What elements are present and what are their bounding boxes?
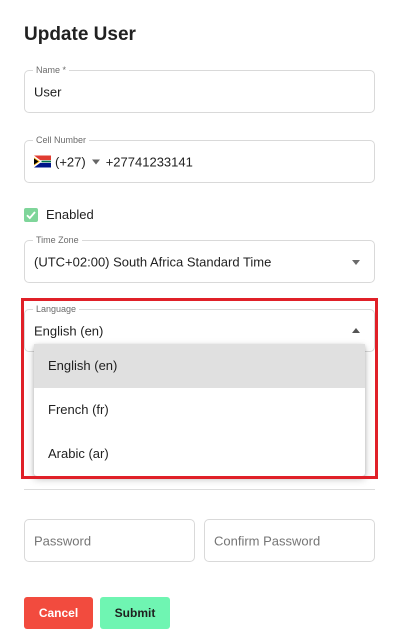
field-divider bbox=[24, 489, 375, 490]
language-value: English (en) bbox=[34, 323, 104, 338]
cell-number-field[interactable]: Cell Number (+27) +27741233141 bbox=[24, 134, 375, 183]
confirm-password-placeholder: Confirm Password bbox=[214, 533, 321, 548]
chevron-down-icon[interactable] bbox=[352, 259, 360, 265]
confirm-password-field[interactable]: Confirm Password bbox=[204, 519, 375, 562]
time-zone-label: Time Zone bbox=[33, 234, 82, 246]
south-africa-flag-icon bbox=[34, 155, 51, 168]
chevron-up-icon[interactable] bbox=[352, 327, 360, 333]
country-code: (+27) bbox=[55, 154, 86, 169]
password-field[interactable]: Password bbox=[24, 519, 195, 562]
cell-number-row: (+27) +27741233141 bbox=[34, 154, 193, 169]
time-zone-value: (UTC+02:00) South Africa Standard Time bbox=[34, 254, 272, 269]
chevron-down-icon[interactable] bbox=[91, 159, 100, 164]
enabled-checkbox[interactable] bbox=[24, 207, 38, 222]
language-dropdown-menu: English (en) French (fr) Arabic (ar) bbox=[34, 344, 365, 476]
name-field-label: Name * bbox=[33, 64, 70, 76]
name-field-value[interactable]: User bbox=[34, 84, 61, 99]
language-label: Language bbox=[33, 303, 80, 315]
language-option-arabic[interactable]: Arabic (ar) bbox=[34, 432, 365, 476]
language-option-french[interactable]: French (fr) bbox=[34, 388, 365, 432]
cancel-button[interactable]: Cancel bbox=[24, 597, 93, 629]
name-field[interactable]: Name * User bbox=[24, 64, 375, 113]
country-picker[interactable]: (+27) bbox=[34, 154, 106, 169]
checkmark-icon bbox=[26, 210, 36, 219]
cell-number-value[interactable]: +27741233141 bbox=[106, 154, 193, 169]
page-title: Update User bbox=[24, 24, 136, 45]
enabled-label: Enabled bbox=[46, 207, 94, 222]
language-option-english[interactable]: English (en) bbox=[34, 344, 365, 388]
cell-number-label: Cell Number bbox=[33, 134, 90, 146]
password-placeholder: Password bbox=[34, 533, 92, 548]
submit-button[interactable]: Submit bbox=[100, 597, 170, 629]
time-zone-select[interactable]: Time Zone (UTC+02:00) South Africa Stand… bbox=[24, 234, 375, 283]
enabled-checkbox-row[interactable]: Enabled bbox=[24, 207, 94, 222]
